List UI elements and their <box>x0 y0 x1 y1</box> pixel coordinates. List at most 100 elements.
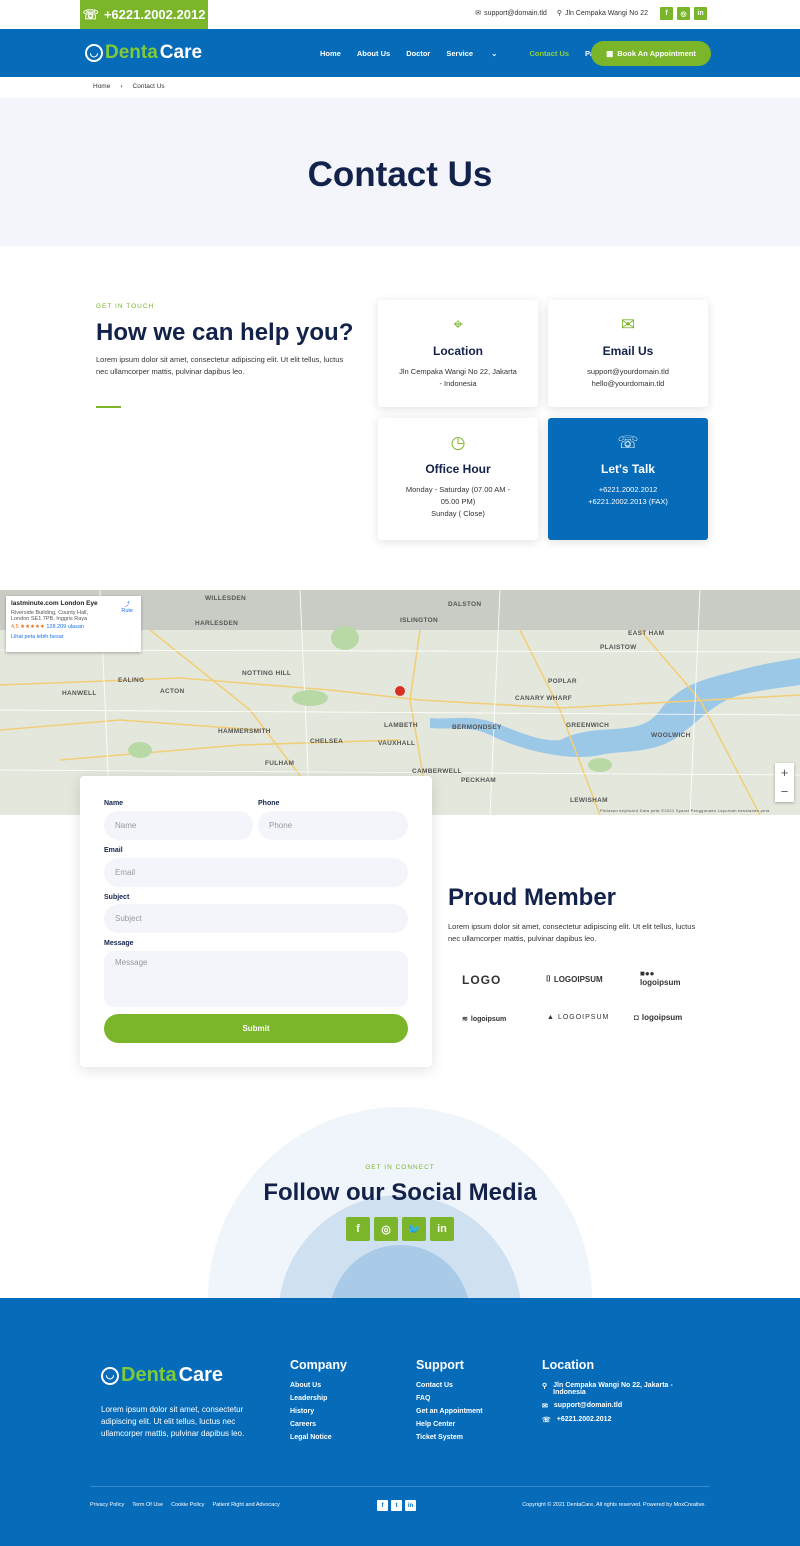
facebook-icon[interactable]: f <box>377 1500 388 1511</box>
map-label: WOOLWICH <box>651 732 691 739</box>
map-label: WILLESDEN <box>205 595 246 602</box>
map-label: VAUXHALL <box>378 740 416 747</box>
map-label: ISLINGTON <box>400 617 438 624</box>
social-eyebrow: GET IN CONNECT <box>365 1164 435 1171</box>
map-label: POPLAR <box>548 678 577 685</box>
footer-link[interactable]: Legal Notice <box>290 1434 347 1441</box>
nav-home[interactable]: Home <box>320 49 341 58</box>
footer-description: Lorem ipsum dolor sit amet, consectetur … <box>101 1405 245 1438</box>
top-contact-info: ✉ support@domain.tld ⚲ Jln Cempaka Wangi N… <box>475 9 648 18</box>
main-navbar: ◡ Denta Care Home About Us Doctor Service… <box>0 29 800 77</box>
linkedin-icon[interactable]: in <box>694 7 707 20</box>
contact-form: Name Phone Name Phone Email Email Subjec… <box>80 776 432 1067</box>
social-heading: GET IN CONNECT Follow our Social Media <box>0 1164 800 1207</box>
linkedin-icon[interactable]: in <box>405 1500 416 1511</box>
linkedin-icon[interactable]: in <box>430 1217 454 1241</box>
card-text: Jln Cempaka Wangi No 22, Jakarta - Indone… <box>399 367 517 388</box>
help-eyebrow: GET IN TOUCH <box>96 303 155 310</box>
map-label: NOTTING HILL <box>242 670 292 677</box>
footer-link[interactable]: About Us <box>290 1382 347 1389</box>
help-title: How we can help you? <box>96 319 354 346</box>
book-appointment-button[interactable]: ▦ Book An Appointment <box>591 41 711 66</box>
tooth-icon: ◡ <box>85 44 103 62</box>
clock-icon: ◷ <box>450 433 466 452</box>
nav-doctor[interactable]: Doctor <box>406 49 430 58</box>
card-text: support@yourdomain.tld hello@yourdomain.t… <box>587 367 669 388</box>
footer-support: Support Contact Us FAQ Get an Appointmen… <box>416 1358 483 1441</box>
map-label: EAST HAM <box>628 630 665 637</box>
breadcrumb-current: Contact Us <box>132 83 165 90</box>
email-input[interactable]: Email <box>104 858 408 887</box>
tooth-icon: ◡ <box>101 1366 119 1385</box>
map-label: EALING <box>118 677 145 684</box>
lets-talk-card: ☏ Let's Talk +6221.2002.2012 +6221.2002.2… <box>548 418 708 540</box>
top-social: f ◎ in <box>660 7 707 20</box>
card-text: Monday - Saturday (07.00 AM -05.00 PM) Su… <box>405 485 511 518</box>
map-label: ACTON <box>160 688 185 695</box>
footer-link[interactable]: Contact Us <box>416 1382 483 1389</box>
footer-link[interactable]: Ticket System <box>416 1434 483 1441</box>
patient-rights-link[interactable]: Patient Right and Advocacy <box>212 1502 279 1508</box>
envelope-icon: ✉ <box>620 315 636 334</box>
card-title: Let's Talk <box>601 462 655 476</box>
instagram-icon[interactable]: ◎ <box>677 7 690 20</box>
instagram-icon[interactable]: ◎ <box>374 1217 398 1241</box>
name-label: Name <box>104 800 124 807</box>
footer: ◡ Denta Care Lorem ipsum dolor sit amet, … <box>0 1298 800 1546</box>
page-hero: Contact Us <box>0 98 800 246</box>
name-input[interactable]: Name <box>104 811 253 840</box>
proud-member-section: Proud Member Lorem ipsum dolor sit amet,… <box>448 884 708 945</box>
footer-logo[interactable]: ◡ Denta Care <box>101 1364 223 1387</box>
phone-label: Phone <box>258 800 280 807</box>
phone-input[interactable]: Phone <box>258 811 408 840</box>
facebook-icon[interactable]: f <box>660 7 673 20</box>
footer-link[interactable]: Get an Appointment <box>416 1408 483 1415</box>
map-attribution[interactable]: Pintasan keyboard Data peta ©2021 Syarat… <box>600 808 770 813</box>
facebook-icon[interactable]: f <box>346 1217 370 1241</box>
logo-mark-icon: ▲ <box>547 1014 555 1021</box>
nav-contact[interactable]: Contact Us <box>529 49 569 58</box>
location-card: ⌖ Location Jln Cempaka Wangi No 22, Jaka… <box>378 300 538 407</box>
footer-link[interactable]: Help Center <box>416 1421 483 1428</box>
directions-button[interactable]: ⤴ Rute <box>121 600 133 614</box>
proud-title: Proud Member <box>448 884 617 911</box>
partner-logo: LOGO <box>462 973 502 987</box>
map-label: PECKHAM <box>461 777 496 784</box>
footer-link[interactable]: Careers <box>290 1421 347 1428</box>
nav-about[interactable]: About Us <box>357 49 390 58</box>
mail-icon: ✉ <box>475 10 482 17</box>
map-label: LEWISHAM <box>570 797 608 804</box>
submit-button[interactable]: Submit <box>104 1014 408 1043</box>
help-text: Lorem ipsum dolor sit amet, consectetur … <box>96 355 344 376</box>
footer-link[interactable]: Leadership <box>290 1395 347 1402</box>
breadcrumb-home[interactable]: Home <box>93 83 110 90</box>
footer-social: f t in <box>377 1500 416 1511</box>
partner-logo: ⌷ LOGOIPSUM <box>546 974 603 984</box>
twitter-icon[interactable]: 🐦 <box>402 1217 426 1241</box>
twitter-icon[interactable]: t <box>391 1500 402 1511</box>
phone-icon: ☏ <box>617 433 639 452</box>
zoom-in-button[interactable]: + <box>775 763 794 782</box>
privacy-link[interactable]: Privacy Policy <box>90 1502 124 1508</box>
subject-input[interactable]: Subject <box>104 904 408 933</box>
logo-mark-icon: ◘ <box>634 1013 639 1022</box>
map-label: DALSTON <box>448 601 482 608</box>
nav-service[interactable]: Service ⌄ <box>446 49 513 58</box>
terms-link[interactable]: Term Of Use <box>132 1502 163 1508</box>
cookie-link[interactable]: Cookie Policy <box>171 1502 204 1508</box>
top-email[interactable]: ✉ support@domain.tld <box>475 9 547 18</box>
footer-link[interactable]: FAQ <box>416 1395 483 1402</box>
message-textarea[interactable]: Message <box>104 951 408 1007</box>
logo-mark-icon: ⌷ <box>546 974 551 983</box>
logo[interactable]: ◡ Denta Care <box>85 42 202 64</box>
zoom-out-button[interactable]: − <box>775 782 794 801</box>
map-place-card: lastminute.com London Eye Riverside Buil… <box>6 596 141 652</box>
footer-link[interactable]: History <box>290 1408 347 1415</box>
partner-logo: ■●● logoipsum <box>640 969 681 987</box>
location-pin-icon: ⌖ <box>453 315 463 334</box>
top-address: ⚲ Jln Cempaka Wangi No 22 <box>556 9 648 18</box>
phone-icon: ☏ <box>82 6 99 22</box>
view-larger-map-link[interactable]: Lihat peta lebih besar <box>11 634 136 640</box>
top-phone[interactable]: ☏ +6221.2002.2012 <box>80 0 208 29</box>
social-icons: f ◎ 🐦 in <box>346 1217 454 1241</box>
